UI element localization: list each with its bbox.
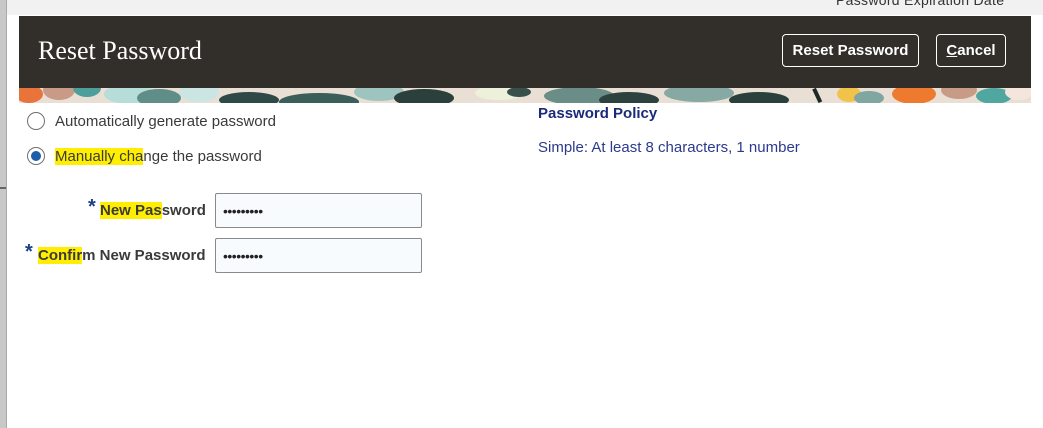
confirm-password-input[interactable]: •••••••••	[215, 238, 422, 273]
option-auto-generate[interactable]: Automatically generate password	[27, 112, 276, 130]
required-marker: *	[88, 196, 96, 218]
new-password-input[interactable]: •••••••••	[215, 193, 422, 228]
manual-label-highlighted: Manually cha	[55, 147, 144, 165]
background-left-strip	[0, 0, 7, 428]
background-partial-text: Password Expiration Date	[836, 0, 1005, 8]
new-password-label: New Password	[100, 202, 206, 219]
manual-label-rest: nge the password	[143, 147, 262, 165]
background-divider	[0, 187, 6, 189]
cancel-mnemonic: C	[946, 42, 958, 59]
password-policy-title: Password Policy	[538, 105, 658, 122]
dialog-header: Reset Password Reset Password Cancel	[19, 16, 1031, 88]
reset-password-dialog: Reset Password Reset Password Cancel Aut…	[19, 16, 1031, 428]
manual-change-radio[interactable]	[27, 147, 45, 165]
confirm-password-label: Confirm New Password	[38, 247, 206, 264]
cancel-button[interactable]: Cancel	[936, 34, 1006, 67]
auto-generate-radio[interactable]	[27, 112, 45, 130]
confirm-password-label-highlight: Confir	[38, 247, 83, 264]
confirm-password-label-rest: m New Password	[82, 247, 206, 264]
required-marker: *	[25, 241, 33, 263]
new-password-label-rest: sword	[161, 202, 206, 219]
dialog-title: Reset Password	[38, 36, 202, 65]
reset-password-button[interactable]: Reset Password	[782, 34, 919, 67]
manual-change-label: Manually change the password	[55, 147, 262, 165]
auto-generate-label: Automatically generate password	[55, 112, 276, 130]
password-policy-text: Simple: At least 8 characters, 1 number	[538, 139, 800, 156]
banner-art	[19, 88, 1031, 103]
option-manual-change[interactable]: Manually change the password	[27, 147, 262, 165]
decorative-banner	[19, 88, 1031, 103]
cancel-label-rest: ancel	[957, 42, 996, 59]
new-password-label-highlight: New Pas	[100, 202, 162, 219]
background-app-strip: Password Expiration Date	[0, 0, 1043, 15]
